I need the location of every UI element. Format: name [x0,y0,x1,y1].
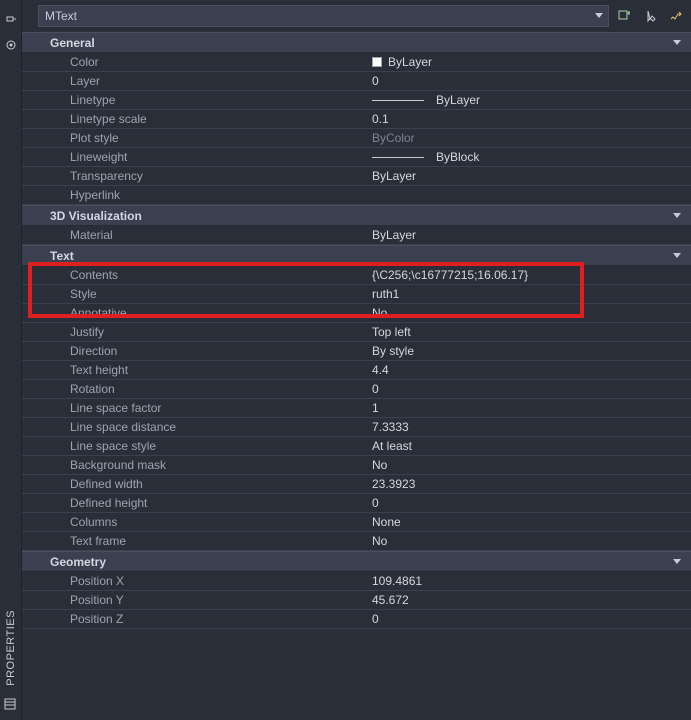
section-header-geometry[interactable]: Geometry [22,551,691,572]
quick-properties-icon[interactable] [665,5,687,27]
object-type-value: MText [45,9,77,23]
chevron-down-icon [673,253,681,259]
section-header-3d[interactable]: 3D Visualization [22,205,691,226]
chevron-down-icon [673,213,681,219]
row-annotative[interactable]: Annotative No [22,304,691,323]
select-objects-icon[interactable] [639,5,661,27]
row-background-mask[interactable]: Background mask No [22,456,691,475]
row-layer[interactable]: Layer 0 [22,72,691,91]
row-defined-width[interactable]: Defined width 23.3923 [22,475,691,494]
row-contents[interactable]: Contents {\C256;\c16777215;16.06.17} [22,266,691,285]
row-material[interactable]: Material ByLayer [22,226,691,245]
lineweight-preview-icon [372,157,424,158]
row-lineweight[interactable]: Lineweight ByBlock [22,148,691,167]
chevron-down-icon [673,40,681,46]
row-hyperlink[interactable]: Hyperlink [22,186,691,205]
gear-icon[interactable] [4,38,18,52]
pin-icon[interactable] [4,12,18,26]
row-linetype-scale[interactable]: Linetype scale 0.1 [22,110,691,129]
row-color[interactable]: Color ByLayer [22,53,691,72]
row-style[interactable]: Style ruth1 [22,285,691,304]
section-header-text[interactable]: Text [22,245,691,266]
row-plot-style[interactable]: Plot style ByColor [22,129,691,148]
row-position-y[interactable]: Position Y 45.672 [22,591,691,610]
row-text-height[interactable]: Text height 4.4 [22,361,691,380]
palette-title: PROPERTIES [5,604,17,692]
row-justify[interactable]: Justify Top left [22,323,691,342]
section-text: Text Contents {\C256;\c16777215;16.06.17… [22,245,691,551]
section-geometry: Geometry Position X 109.4861 Position Y … [22,551,691,629]
properties-panel: MText General Color ByLayer [22,0,691,720]
row-transparency[interactable]: Transparency ByLayer [22,167,691,186]
chevron-down-icon [595,13,603,19]
linetype-preview-icon [372,100,424,101]
row-position-z[interactable]: Position Z 0 [22,610,691,629]
color-swatch-icon [372,57,382,67]
section-3d-visualization: 3D Visualization Material ByLayer [22,205,691,245]
row-position-x[interactable]: Position X 109.4861 [22,572,691,591]
chevron-down-icon [673,559,681,565]
object-type-dropdown[interactable]: MText [38,5,609,27]
row-line-space-factor[interactable]: Line space factor 1 [22,399,691,418]
quick-select-icon[interactable] [613,5,635,27]
row-linetype[interactable]: Linetype ByLayer [22,91,691,110]
properties-icon[interactable] [4,698,18,712]
section-general: General Color ByLayer Layer 0 Linetype B… [22,32,691,205]
row-text-frame[interactable]: Text frame No [22,532,691,551]
row-defined-height[interactable]: Defined height 0 [22,494,691,513]
row-rotation[interactable]: Rotation 0 [22,380,691,399]
row-columns[interactable]: Columns None [22,513,691,532]
row-line-space-style[interactable]: Line space style At least [22,437,691,456]
section-header-general[interactable]: General [22,32,691,53]
row-line-space-distance[interactable]: Line space distance 7.3333 [22,418,691,437]
palette-sidebar: PROPERTIES [0,0,22,720]
row-direction[interactable]: Direction By style [22,342,691,361]
